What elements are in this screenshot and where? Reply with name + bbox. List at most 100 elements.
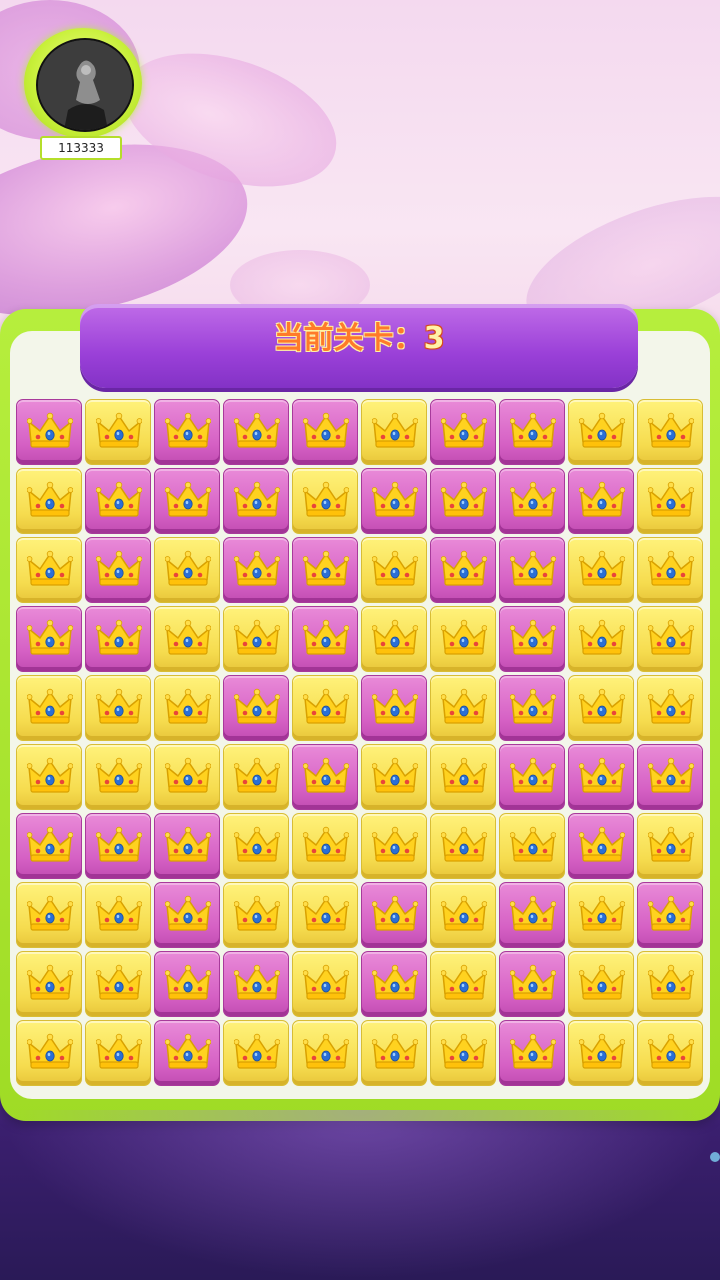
- crown-tile[interactable]: [361, 537, 427, 603]
- crown-tile[interactable]: [292, 468, 358, 534]
- crown-tile[interactable]: [16, 537, 82, 603]
- crown-tile[interactable]: [154, 606, 220, 672]
- crown-tile[interactable]: [16, 1020, 82, 1086]
- crown-tile[interactable]: [292, 675, 358, 741]
- crown-tile[interactable]: [292, 537, 358, 603]
- crown-tile[interactable]: [154, 468, 220, 534]
- crown-tile[interactable]: [16, 813, 82, 879]
- crown-tile[interactable]: [637, 813, 703, 879]
- crown-tile[interactable]: [430, 882, 496, 948]
- crown-tile[interactable]: [637, 537, 703, 603]
- crown-tile[interactable]: [292, 399, 358, 465]
- crown-tile[interactable]: [568, 606, 634, 672]
- crown-tile[interactable]: [223, 744, 289, 810]
- crown-tile[interactable]: [568, 951, 634, 1017]
- crown-tile[interactable]: [430, 1020, 496, 1086]
- crown-tile[interactable]: [499, 951, 565, 1017]
- crown-tile[interactable]: [361, 882, 427, 948]
- crown-tile[interactable]: [292, 813, 358, 879]
- crown-tile[interactable]: [499, 399, 565, 465]
- crown-tile[interactable]: [361, 399, 427, 465]
- crown-tile[interactable]: [568, 399, 634, 465]
- crown-tile[interactable]: [430, 951, 496, 1017]
- crown-tile[interactable]: [637, 468, 703, 534]
- player-avatar[interactable]: 113333: [24, 28, 148, 160]
- crown-tile[interactable]: [154, 1020, 220, 1086]
- crown-tile[interactable]: [568, 1020, 634, 1086]
- crown-tile[interactable]: [154, 882, 220, 948]
- crown-tile[interactable]: [223, 951, 289, 1017]
- crown-tile[interactable]: [430, 675, 496, 741]
- crown-tile[interactable]: [292, 882, 358, 948]
- crown-tile[interactable]: [154, 675, 220, 741]
- crown-tile[interactable]: [568, 537, 634, 603]
- crown-tile[interactable]: [430, 399, 496, 465]
- crown-tile[interactable]: [499, 813, 565, 879]
- crown-tile[interactable]: [16, 744, 82, 810]
- crown-tile[interactable]: [430, 744, 496, 810]
- crown-tile[interactable]: [154, 744, 220, 810]
- crown-tile[interactable]: [430, 813, 496, 879]
- crown-tile[interactable]: [568, 882, 634, 948]
- crown-tile[interactable]: [361, 813, 427, 879]
- crown-tile[interactable]: [85, 399, 151, 465]
- crown-tile[interactable]: [223, 399, 289, 465]
- crown-tile[interactable]: [499, 882, 565, 948]
- crown-tile[interactable]: [292, 744, 358, 810]
- crown-tile[interactable]: [85, 675, 151, 741]
- crown-tile[interactable]: [430, 537, 496, 603]
- crown-tile[interactable]: [223, 468, 289, 534]
- crown-tile[interactable]: [568, 675, 634, 741]
- crown-tile[interactable]: [568, 744, 634, 810]
- crown-tile[interactable]: [223, 882, 289, 948]
- crown-tile[interactable]: [16, 951, 82, 1017]
- crown-tile[interactable]: [85, 744, 151, 810]
- crown-tile[interactable]: [430, 606, 496, 672]
- crown-tile[interactable]: [85, 468, 151, 534]
- crown-tile[interactable]: [85, 537, 151, 603]
- crown-tile[interactable]: [154, 537, 220, 603]
- crown-tile[interactable]: [499, 606, 565, 672]
- crown-tile[interactable]: [361, 468, 427, 534]
- crown-tile[interactable]: [499, 1020, 565, 1086]
- crown-tile[interactable]: [154, 951, 220, 1017]
- crown-tile[interactable]: [637, 951, 703, 1017]
- crown-tile[interactable]: [223, 606, 289, 672]
- crown-tile[interactable]: [85, 1020, 151, 1086]
- crown-tile[interactable]: [499, 744, 565, 810]
- crown-tile[interactable]: [499, 537, 565, 603]
- crown-tile[interactable]: [637, 882, 703, 948]
- crown-tile[interactable]: [568, 468, 634, 534]
- crown-tile[interactable]: [85, 813, 151, 879]
- crown-tile[interactable]: [361, 951, 427, 1017]
- crown-tile[interactable]: [637, 399, 703, 465]
- crown-tile[interactable]: [223, 675, 289, 741]
- crown-tile[interactable]: [16, 675, 82, 741]
- crown-tile[interactable]: [637, 1020, 703, 1086]
- crown-tile[interactable]: [223, 537, 289, 603]
- crown-tile[interactable]: [154, 813, 220, 879]
- crown-tile[interactable]: [430, 468, 496, 534]
- crown-tile[interactable]: [16, 468, 82, 534]
- crown-tile[interactable]: [292, 606, 358, 672]
- crown-tile[interactable]: [637, 744, 703, 810]
- crown-tile[interactable]: [223, 1020, 289, 1086]
- crown-tile[interactable]: [223, 813, 289, 879]
- crown-tile[interactable]: [499, 675, 565, 741]
- crown-tile[interactable]: [361, 606, 427, 672]
- crown-tile[interactable]: [361, 1020, 427, 1086]
- crown-tile[interactable]: [361, 744, 427, 810]
- crown-tile[interactable]: [85, 951, 151, 1017]
- crown-tile[interactable]: [361, 675, 427, 741]
- crown-tile[interactable]: [154, 399, 220, 465]
- crown-tile[interactable]: [16, 882, 82, 948]
- crown-tile[interactable]: [85, 606, 151, 672]
- crown-tile[interactable]: [85, 882, 151, 948]
- crown-tile[interactable]: [637, 606, 703, 672]
- crown-tile[interactable]: [499, 468, 565, 534]
- crown-tile[interactable]: [292, 1020, 358, 1086]
- crown-tile[interactable]: [16, 606, 82, 672]
- crown-tile[interactable]: [637, 675, 703, 741]
- crown-tile[interactable]: [16, 399, 82, 465]
- crown-tile[interactable]: [568, 813, 634, 879]
